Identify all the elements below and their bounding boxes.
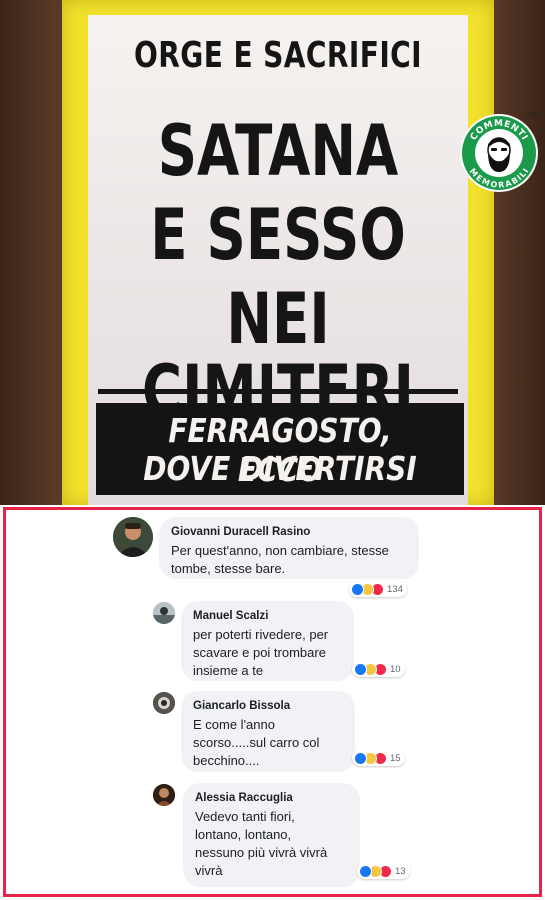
person-avatar-icon — [153, 602, 175, 624]
comment-author[interactable]: Giancarlo Bissola — [193, 700, 290, 712]
comment-text: Per quest'anno, non cambiare, stesse tom… — [171, 543, 389, 576]
comment-author[interactable]: Manuel Scalzi — [193, 610, 268, 622]
person-avatar-icon — [153, 692, 175, 714]
comment-author[interactable]: Giovanni Duracell Rasino — [171, 526, 310, 538]
comment-bubble: Alessia Raccuglia Vedevo tanti fiori, lo… — [183, 783, 360, 887]
bearded-face-icon — [487, 137, 511, 172]
reaction-count: 10 — [390, 663, 401, 675]
comments-panel: Giovanni Duracell Rasino Per quest'anno,… — [3, 507, 542, 897]
poster-photo: ORGE E SACRIFICI SATANA E SESSO NEI CIMI… — [0, 0, 545, 505]
poster-footer-line-2: DOVE DIVERTIRSI — [143, 449, 417, 488]
comment-text: E come l'anno scorso.....sul carro col b… — [193, 717, 320, 768]
reaction-count: 134 — [387, 583, 403, 595]
poster-kicker: ORGE E SACRIFICI — [133, 35, 423, 76]
comment-bubble: Manuel Scalzi per poterti rivedere, per … — [181, 601, 354, 681]
like-icon — [359, 864, 372, 878]
reactions-summary[interactable]: 10 — [352, 661, 405, 677]
avatar[interactable] — [113, 517, 153, 557]
reaction-count: 13 — [395, 865, 406, 877]
poster-footer-box: FERRAGOSTO, ECCO DOVE DIVERTIRSI — [96, 403, 464, 495]
reactions-summary[interactable]: 15 — [352, 750, 405, 766]
poster-sheet: ORGE E SACRIFICI SATANA E SESSO NEI CIMI… — [88, 15, 468, 505]
avatar[interactable] — [153, 784, 175, 806]
like-icon — [351, 582, 364, 596]
logo-trademark: TM — [527, 112, 538, 119]
comment-bubble: Giancarlo Bissola E come l'anno scorso..… — [181, 691, 355, 772]
avatar[interactable] — [153, 692, 175, 714]
like-icon — [354, 662, 367, 676]
poster-headline-line-1: SATANA — [157, 110, 399, 192]
person-avatar-icon — [113, 517, 153, 557]
reactions-summary[interactable]: 134 — [349, 581, 407, 597]
comment-author[interactable]: Alessia Raccuglia — [195, 792, 293, 804]
comment-bubble: Giovanni Duracell Rasino Per quest'anno,… — [159, 517, 419, 579]
poster-headline-line-2: E SESSO — [150, 194, 406, 276]
comment-text: Vedevo tanti fiori, lontano, lontano, ne… — [195, 809, 328, 878]
reactions-summary[interactable]: 13 — [357, 863, 410, 879]
commenti-memorabili-logo: COMMENTI MEMORABILI — [460, 114, 538, 192]
reaction-count: 15 — [390, 752, 401, 764]
comment-text: per poterti rivedere, per scavare e poi … — [193, 627, 329, 678]
poster-divider — [98, 389, 458, 394]
avatar[interactable] — [153, 602, 175, 624]
like-icon — [354, 751, 367, 765]
person-avatar-icon — [153, 784, 175, 806]
